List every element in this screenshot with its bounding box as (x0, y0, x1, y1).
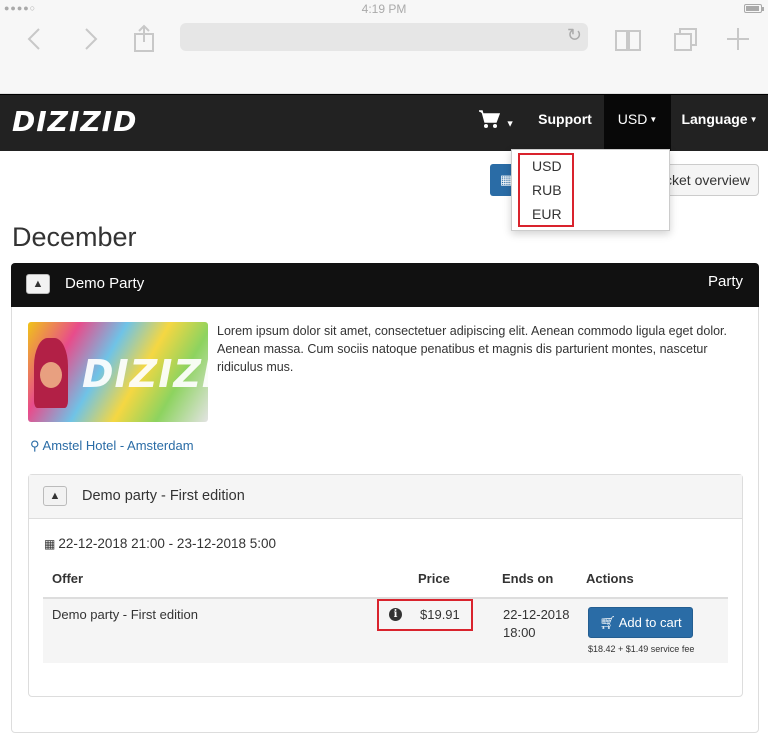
event-image: DIZIZID (28, 322, 208, 422)
currency-selector[interactable]: USD ▼ (604, 95, 671, 151)
event-category: Party (707, 273, 743, 290)
month-heading: December (12, 222, 137, 252)
language-label: Language (681, 111, 748, 127)
offer-name: Demo party - First edition (52, 607, 198, 622)
cart-icon (479, 110, 501, 128)
add-to-cart-label: Add to cart (618, 615, 682, 630)
column-actions: Actions (586, 571, 634, 586)
caret-down-icon: ▼ (749, 115, 758, 125)
address-bar[interactable]: ↻ (180, 23, 588, 51)
cart-button[interactable]: ▼ (478, 109, 514, 135)
calendar-icon: ▦ (44, 537, 56, 551)
column-offer: Offer (52, 571, 84, 586)
site-navbar: DIZIZID ▼ Support USD ▼ Language ▼ (0, 94, 768, 151)
event-panel-header: ▲ Demo Party Party (11, 263, 759, 307)
cart-icon: 🛒︎ (599, 615, 616, 630)
plus-icon[interactable] (723, 24, 753, 54)
service-fee-note: $18.42 + $1.49 service fee (588, 644, 695, 654)
price-highlight: i $19.91 (377, 599, 473, 631)
add-to-cart-button[interactable]: 🛒︎ Add to cart (588, 607, 693, 638)
site-logo[interactable]: DIZIZID (12, 105, 137, 138)
column-ends-on: Ends on (502, 571, 554, 586)
offer-price: $19.91 (420, 607, 460, 622)
currency-label: USD (617, 111, 648, 127)
image-logo-text: DIZIZID (82, 352, 208, 396)
status-bar: ●●●●○ 4:19 PM (0, 0, 768, 18)
collapse-button[interactable]: ▲ (43, 486, 67, 506)
offer-end-time: 18:00 (503, 625, 536, 640)
collapse-button[interactable]: ▲ (26, 274, 50, 294)
caret-down-icon: ▼ (649, 115, 658, 125)
column-price: Price (418, 571, 450, 586)
chevron-right-icon[interactable] (75, 24, 105, 54)
offer-end-date: 22-12-2018 (503, 607, 570, 622)
chevron-up-icon: ▲ (32, 278, 44, 290)
event-title: Demo Party (65, 275, 145, 292)
currency-option-rub[interactable]: RUB (532, 182, 562, 198)
event-location-link[interactable]: ⚲ Amstel Hotel - Amsterdam (30, 438, 194, 454)
chevron-up-icon: ▲ (49, 490, 61, 502)
support-link[interactable]: Support (526, 95, 604, 151)
support-label: Support (538, 111, 592, 127)
edition-panel-header: ▲ Demo party - First edition (29, 475, 742, 519)
reload-icon[interactable]: ↻ (567, 25, 582, 46)
edition-panel: ▲ Demo party - First edition ▦ 22-12-2018… (28, 474, 743, 697)
ticket-overview-button[interactable]: cket overview (664, 164, 759, 196)
share-icon[interactable] (129, 24, 159, 54)
book-icon[interactable] (613, 24, 643, 54)
map-pin-icon: ⚲ (30, 438, 40, 453)
currency-option-eur[interactable]: EUR (532, 206, 562, 222)
chevron-left-icon[interactable] (20, 24, 50, 54)
edition-title: Demo party - First edition (82, 488, 245, 504)
currency-option-usd[interactable]: USD (532, 158, 562, 174)
caret-down-icon: ▼ (505, 118, 515, 129)
battery-icon (744, 4, 764, 13)
event-description: Lorem ipsum dolor sit amet, consectetuer… (217, 324, 728, 374)
event-panel: ▲ Demo Party Party DIZIZID Lorem ipsum d… (11, 263, 759, 733)
language-selector[interactable]: Language ▼ (671, 95, 768, 151)
edition-date-range: ▦ 22-12-2018 21:00 - 23-12-2018 5:00 (44, 536, 276, 551)
clock: 4:19 PM (361, 2, 407, 16)
date-range-label: 22-12-2018 21:00 - 23-12-2018 5:00 (58, 536, 277, 551)
location-label: Amstel Hotel - Amsterdam (42, 438, 194, 453)
info-icon[interactable]: i (389, 608, 402, 621)
currency-dropdown: USD RUB EUR (511, 149, 670, 231)
tabs-icon[interactable] (671, 24, 701, 54)
browser-toolbar: ↻ (0, 18, 768, 94)
